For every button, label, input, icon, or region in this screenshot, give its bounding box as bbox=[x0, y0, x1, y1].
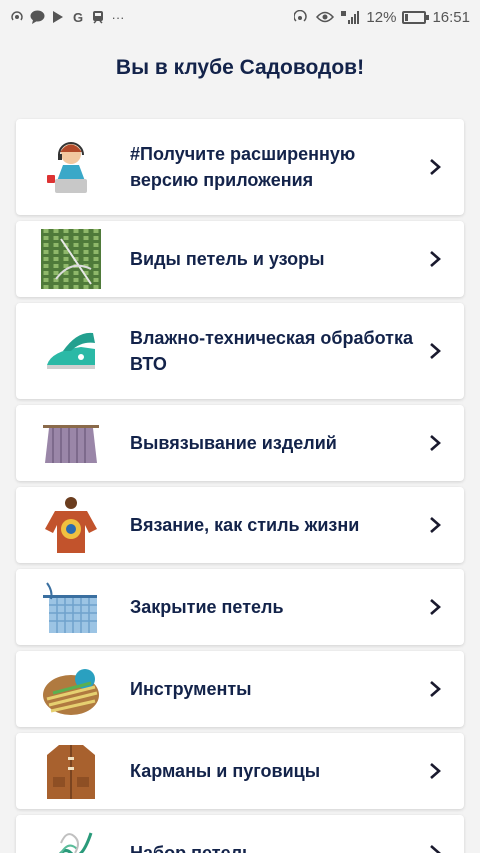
google-icon: G bbox=[72, 9, 84, 25]
chevron-right-icon bbox=[428, 342, 442, 360]
play-icon bbox=[51, 9, 65, 25]
chevron-right-icon bbox=[428, 762, 442, 780]
menu-item-get-full-version[interactable]: #Получите расширенную версию приложения bbox=[16, 119, 464, 215]
signal-icon bbox=[340, 9, 360, 25]
nfc-icon bbox=[294, 9, 310, 25]
knitting-on-needle-icon bbox=[41, 413, 101, 473]
binding-off-icon bbox=[41, 577, 101, 637]
hotspot-icon bbox=[10, 9, 24, 25]
support-operator-icon bbox=[41, 137, 101, 197]
chevron-right-icon bbox=[428, 598, 442, 616]
menu-item-tools[interactable]: Инструменты bbox=[16, 651, 464, 727]
status-bar-left: G ··· bbox=[10, 9, 125, 25]
status-bar-right: 12% 16:51 bbox=[294, 9, 470, 26]
menu-item-label: Вязание, как стиль жизни bbox=[130, 515, 360, 535]
menu-item-knitting-lifestyle[interactable]: Вязание, как стиль жизни bbox=[16, 487, 464, 563]
cast-on-icon bbox=[41, 823, 101, 853]
menu-item-label: Закрытие петель bbox=[130, 597, 284, 617]
menu-item-label: Карманы и пуговицы bbox=[130, 761, 321, 781]
battery-percent: 12% bbox=[366, 8, 397, 26]
chevron-right-icon bbox=[428, 158, 442, 176]
menu-item-label: Набор петель bbox=[130, 843, 254, 853]
train-icon bbox=[91, 9, 105, 25]
chevron-right-icon bbox=[428, 516, 442, 534]
steam-iron-icon bbox=[41, 321, 101, 381]
chevron-right-icon bbox=[428, 680, 442, 698]
menu-item-knitting-garments[interactable]: Вывязывание изделий bbox=[16, 405, 464, 481]
menu-item-cast-on[interactable]: Набор петель bbox=[16, 815, 464, 853]
menu-item-binding-off[interactable]: Закрытие петель bbox=[16, 569, 464, 645]
more-icon: ··· bbox=[111, 9, 125, 25]
knitting-tools-icon bbox=[41, 659, 101, 719]
battery-icon bbox=[402, 10, 430, 24]
menu-item-label: Влажно-техническая обработка ВТО bbox=[130, 328, 413, 374]
knit-pattern-icon bbox=[41, 229, 101, 289]
menu-list: #Получите расширенную версию приложения … bbox=[0, 119, 480, 853]
menu-item-wet-treatment[interactable]: Влажно-техническая обработка ВТО bbox=[16, 303, 464, 399]
message-icon bbox=[30, 9, 45, 25]
menu-item-label: Инструменты bbox=[130, 679, 252, 699]
menu-item-label: #Получите расширенную версию приложения bbox=[130, 144, 356, 190]
menu-item-label: Виды петель и узоры bbox=[130, 249, 325, 269]
menu-item-stitch-types[interactable]: Виды петель и узоры bbox=[16, 221, 464, 297]
status-bar: G ··· 12% 16:51 bbox=[0, 0, 480, 34]
chevron-right-icon bbox=[428, 434, 442, 452]
eye-icon bbox=[316, 9, 335, 25]
menu-item-label: Вывязывание изделий bbox=[130, 433, 337, 453]
knitted-sweater-icon bbox=[41, 495, 101, 555]
chevron-right-icon bbox=[428, 844, 442, 853]
coat-with-pockets-icon bbox=[41, 741, 101, 801]
menu-item-pockets-buttons[interactable]: Карманы и пуговицы bbox=[16, 733, 464, 809]
clock: 16:51 bbox=[432, 8, 470, 26]
chevron-right-icon bbox=[428, 250, 442, 268]
page-title: Вы в клубе Садоводов! bbox=[115, 56, 365, 79]
